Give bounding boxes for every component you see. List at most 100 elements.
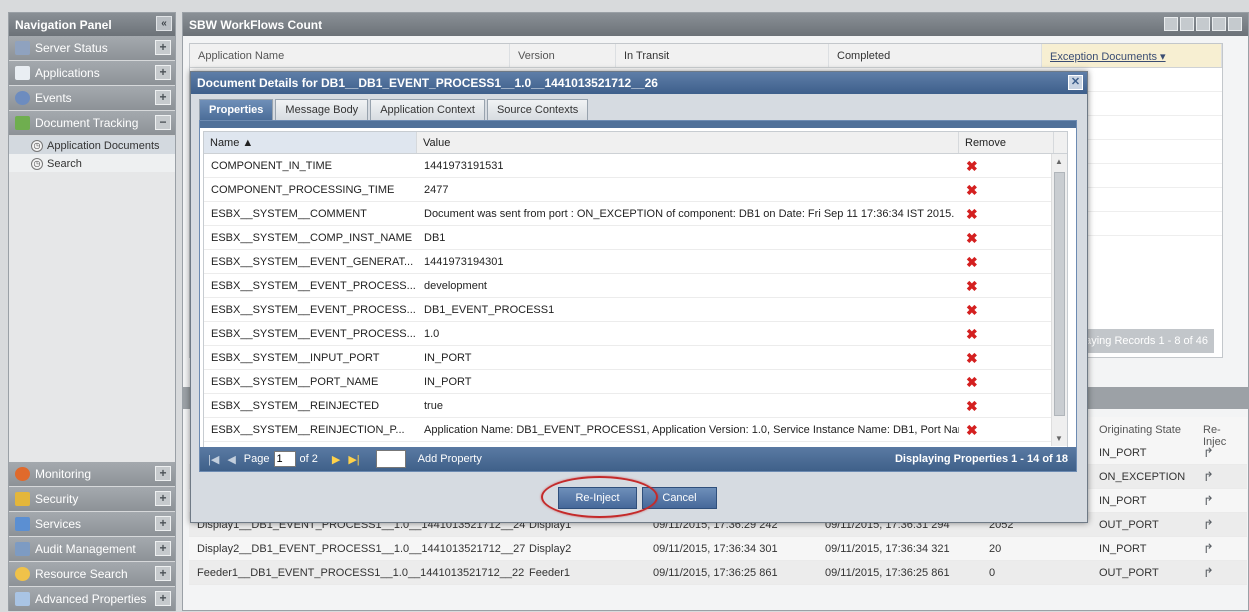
reinject-icon[interactable]: ↱ [1203,469,1217,484]
expand-icon[interactable]: + [155,65,171,80]
nav-item-applications[interactable]: Applications + [9,61,175,86]
column-header[interactable]: Application Name [190,44,510,67]
remove-cell: ✖ [959,202,1054,222]
nav-item-resource-search[interactable]: Resource Search + [9,562,175,587]
tab-application-context[interactable]: Application Context [370,99,485,120]
property-row[interactable]: ESBX__SYSTEM__COMMENT Document was sent f… [204,202,1067,226]
remove-icon[interactable]: ✖ [966,182,978,198]
reinject-icon[interactable]: ↱ [1203,565,1217,580]
property-row[interactable]: ESBX__SYSTEM__EVENT_PROCESS... 1.0 ✖ [204,322,1067,346]
property-row[interactable]: ESBX__SYSTEM__PORT_NAME IN_PORT ✖ [204,370,1067,394]
nav-item-advanced-properties[interactable]: Advanced Properties + [9,587,175,612]
remove-cell: ✖ [959,370,1054,390]
remove-cell: ✖ [959,322,1054,342]
column-header-sorted[interactable]: Exception Documents ▾ [1042,44,1222,67]
expand-icon[interactable]: + [155,90,171,105]
page-number-input[interactable] [273,451,296,467]
remove-icon[interactable]: ✖ [966,422,978,438]
remove-icon[interactable]: ✖ [966,398,978,414]
property-row[interactable]: COMPONENT_PROCESSING_TIME 2477 ✖ [204,178,1067,202]
reinject-icon[interactable]: ↱ [1203,541,1217,556]
property-row[interactable]: ESBX__SYSTEM__REINJECTION_P... Applicatio… [204,418,1067,442]
property-row[interactable]: ESBX__SYSTEM__INPUT_PORT IN_PORT ✖ [204,346,1067,370]
monitoring-icon [15,467,30,481]
column-header[interactable]: Version [510,44,616,67]
collapse-icon[interactable]: − [155,115,171,130]
remove-icon[interactable]: ✖ [966,302,978,318]
nav-item-server-status[interactable]: Server Status + [9,36,175,61]
remove-icon[interactable]: ✖ [966,350,978,366]
column-header-value[interactable]: Value [417,132,959,153]
gear-icon[interactable] [1212,17,1226,31]
reinject-icon[interactable]: ↱ [1203,493,1217,508]
column-header-remove[interactable]: Remove [959,132,1054,153]
add-property-button[interactable]: Add Property [418,453,482,465]
property-row[interactable]: COMPONENT_IN_TIME 1441973191531 ✖ [204,154,1067,178]
property-row[interactable]: ESBX__SYSTEM__EVENT_PROCESS... DB1_EVENT_… [204,298,1067,322]
tab-message-body[interactable]: Message Body [275,99,369,120]
expand-icon[interactable]: + [155,40,171,55]
sub-item-search[interactable]: ◷ Search [9,154,175,172]
remove-cell: ✖ [959,418,1054,438]
applications-icon [15,66,30,80]
remove-icon[interactable]: ✖ [966,326,978,342]
property-row[interactable]: ESBX__SYSTEM__REINJECTED true ✖ [204,394,1067,418]
collapse-panel-icon[interactable]: « [156,16,172,31]
expand-icon[interactable]: + [155,566,171,581]
column-header[interactable]: In Transit [616,44,829,67]
property-row[interactable]: ESBX__SYSTEM__EVENT_PROCESS... developmen… [204,274,1067,298]
reinject-icon[interactable]: ↱ [1203,445,1217,460]
nav-item-audit-management[interactable]: Audit Management + [9,537,175,562]
reinject-icon[interactable]: ↱ [1203,517,1217,532]
scrollbar-thumb[interactable] [1054,172,1065,416]
column-header[interactable]: Originating State [1093,417,1199,441]
property-value: IN_PORT [424,376,472,388]
scroll-up-icon[interactable]: ▲ [1055,157,1063,166]
nav-item-monitoring[interactable]: Monitoring + [9,462,175,487]
expand-icon[interactable]: + [155,491,171,506]
next-page-icon[interactable]: ▶ [332,453,340,466]
expand-icon[interactable]: + [155,516,171,531]
collapse-icon[interactable] [1196,17,1210,31]
originating-state-cell: IN_PORT [1099,494,1147,507]
property-row[interactable]: ESBX__SYSTEM__EVENT_GENERAT... 1441973194… [204,250,1067,274]
first-page-icon[interactable]: |◀ [208,453,219,466]
property-row[interactable]: ESBX__SYSTEM__COMP_INST_NAME DB1 ✖ [204,226,1067,250]
expand-icon[interactable]: + [155,466,171,481]
column-header-name[interactable]: Name ▲ [204,132,417,153]
scroll-down-icon[interactable]: ▼ [1055,434,1063,443]
column-header[interactable]: Re-Injec [1199,417,1239,448]
minimize-icon[interactable] [1164,17,1178,31]
property-name: ESBX__SYSTEM__REINJECTION_P... [211,424,405,436]
sub-item-application-documents[interactable]: ◷ Application Documents [9,136,175,154]
remove-icon[interactable]: ✖ [966,278,978,294]
remove-icon[interactable]: ✖ [966,206,978,222]
main-panel-title: SBW WorkFlows Count [189,18,323,32]
table-row[interactable]: Feeder1__DB1_EVENT_PROCESS1__1.0__144101… [189,561,1247,585]
table-row[interactable]: Display2__DB1_EVENT_PROCESS1__1.0__14410… [189,537,1247,561]
vertical-scrollbar[interactable]: ▲ ▼ [1051,154,1067,446]
expand-icon[interactable]: + [155,541,171,556]
nav-item-label: Advanced Properties [35,592,147,606]
remove-icon[interactable]: ✖ [966,254,978,270]
duration-cell: 20 [989,542,1002,555]
remove-icon[interactable]: ✖ [966,158,978,174]
remove-icon[interactable]: ✖ [966,374,978,390]
search-icon[interactable] [1228,17,1242,31]
column-header[interactable]: Completed [829,44,1042,67]
properties-body: COMPONENT_IN_TIME 1441973191531 ✖ COMPONENT… [204,154,1067,446]
nav-item-services[interactable]: Services + [9,512,175,537]
expand-icon[interactable]: + [155,591,171,606]
close-icon[interactable]: ✕ [1068,75,1083,90]
prev-page-icon[interactable]: ◀ [227,453,235,466]
audit-icon [15,542,30,556]
restore-icon[interactable] [1180,17,1194,31]
nav-item-events[interactable]: Events + [9,86,175,111]
nav-item-document-tracking[interactable]: Document Tracking − [9,111,175,136]
tab-properties[interactable]: Properties [199,99,274,120]
last-page-icon[interactable]: ▶| [348,453,359,466]
nav-item-security[interactable]: Security + [9,487,175,512]
remove-icon[interactable]: ✖ [966,230,978,246]
tab-source-contexts[interactable]: Source Contexts [486,99,589,120]
page-size-field[interactable] [375,450,406,468]
